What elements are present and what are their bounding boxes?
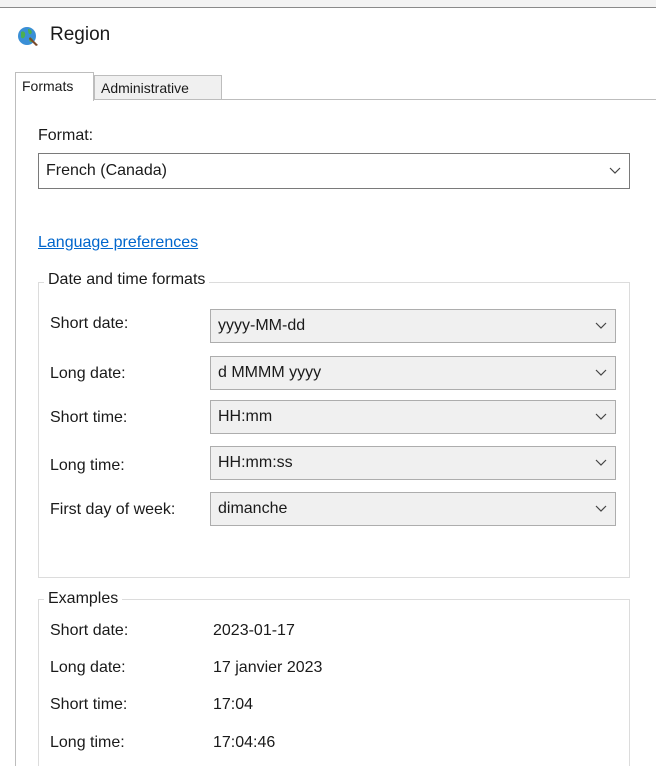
example-long-time-value: 17:04:46 [213, 734, 276, 751]
chevron-down-icon [595, 505, 607, 512]
short-time-value: HH:mm [218, 408, 273, 425]
short-date-dropdown[interactable]: yyyy-MM-dd [210, 309, 616, 343]
tab-formats[interactable]: Formats [15, 72, 94, 101]
example-long-time-label: Long time: [50, 734, 125, 751]
short-date-value: yyyy-MM-dd [218, 317, 306, 334]
long-date-value: d MMMM yyyy [218, 364, 322, 381]
chevron-down-icon [595, 369, 607, 376]
format-dropdown-value: French (Canada) [46, 162, 167, 179]
globe-icon [16, 24, 40, 48]
tab-strip: Formats Administrative [15, 72, 656, 101]
format-label: Format: [38, 127, 94, 144]
examples-legend: Examples [44, 590, 123, 608]
short-date-label: Short date: [50, 315, 129, 332]
long-date-dropdown[interactable]: d MMMM yyyy [210, 356, 616, 390]
example-long-date-label: Long date: [50, 659, 126, 676]
example-long-date-value: 17 janvier 2023 [213, 659, 323, 676]
first-day-of-week-dropdown[interactable]: dimanche [210, 492, 616, 526]
example-short-date-value: 2023-01-17 [213, 622, 295, 639]
chevron-down-icon [595, 413, 607, 420]
long-time-label: Long time: [50, 457, 125, 474]
tab-administrative[interactable]: Administrative [94, 75, 222, 100]
first-day-of-week-label: First day of week: [50, 501, 176, 518]
long-date-label: Long date: [50, 365, 126, 382]
short-time-label: Short time: [50, 409, 128, 426]
chevron-down-icon [609, 167, 621, 174]
window-top-border [0, 0, 656, 8]
long-time-dropdown[interactable]: HH:mm:ss [210, 446, 616, 480]
date-time-formats-legend: Date and time formats [44, 271, 210, 289]
chevron-down-icon [595, 322, 607, 329]
language-preferences-link[interactable]: Language preferences [38, 234, 198, 252]
example-short-date-label: Short date: [50, 622, 129, 639]
first-day-of-week-value: dimanche [218, 500, 288, 517]
short-time-dropdown[interactable]: HH:mm [210, 400, 616, 434]
chevron-down-icon [595, 459, 607, 466]
window-title: Region [50, 24, 111, 45]
long-time-value: HH:mm:ss [218, 454, 293, 471]
title-bar: Region [0, 9, 656, 63]
format-dropdown[interactable]: French (Canada) [38, 153, 630, 189]
example-short-time-value: 17:04 [213, 696, 254, 713]
example-short-time-label: Short time: [50, 696, 128, 713]
